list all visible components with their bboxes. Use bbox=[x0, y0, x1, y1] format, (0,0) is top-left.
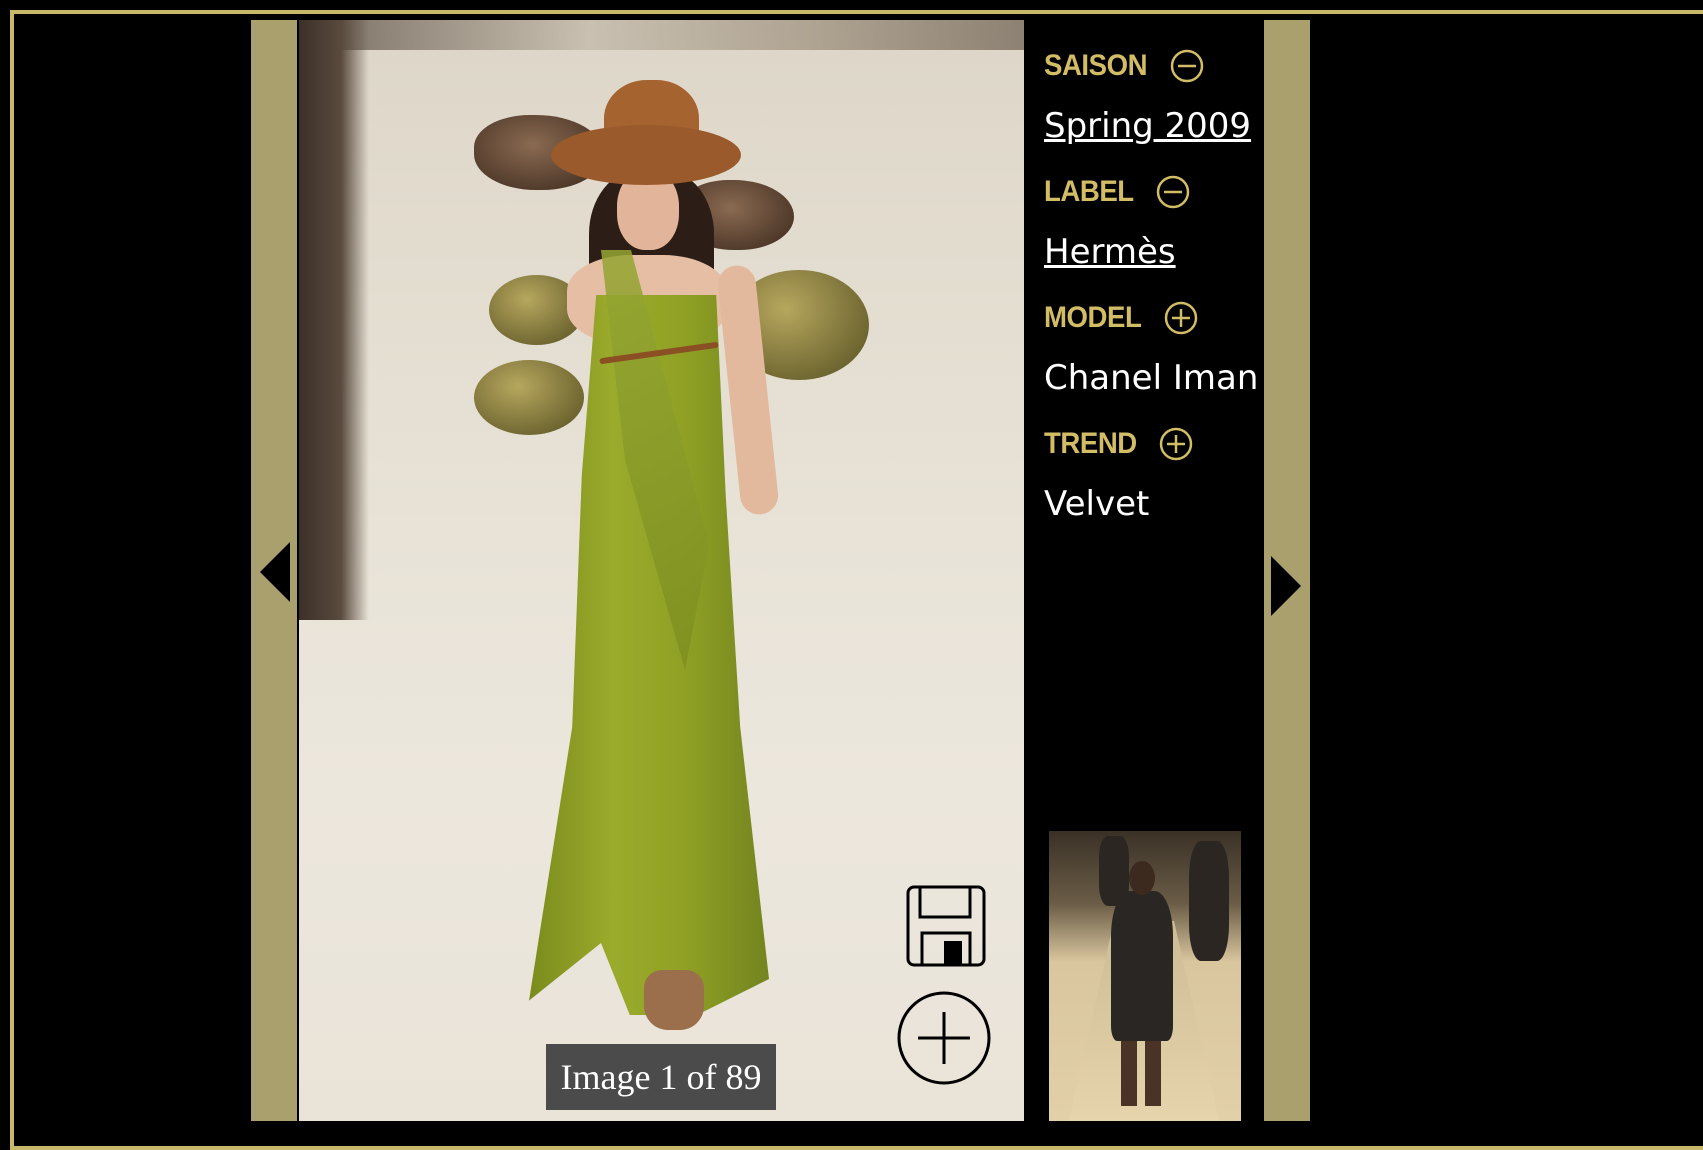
model-section-header: MODEL bbox=[1044, 292, 1266, 344]
trend-heading: TREND bbox=[1044, 427, 1137, 460]
season-heading: SAISON bbox=[1044, 49, 1148, 82]
background-strip bbox=[299, 20, 1024, 50]
model-value: Chanel Iman bbox=[1044, 358, 1259, 398]
metadata-panel: SAISON Spring 2009 LABEL Hermès MODEL Ch… bbox=[1044, 40, 1266, 544]
thumb-model-legs bbox=[1121, 1036, 1161, 1106]
trend-section-header: TREND bbox=[1044, 418, 1266, 470]
model-heading: MODEL bbox=[1044, 301, 1142, 334]
next-image-button[interactable] bbox=[1264, 20, 1310, 1121]
thumb-background-figure bbox=[1189, 841, 1229, 961]
label-section-header: LABEL bbox=[1044, 166, 1266, 218]
thumb-model-head bbox=[1129, 861, 1155, 895]
arrow-left-icon bbox=[260, 542, 290, 602]
collapse-minus-icon[interactable] bbox=[1156, 175, 1190, 209]
label-value-link[interactable]: Hermès bbox=[1044, 228, 1266, 284]
label-heading: LABEL bbox=[1044, 175, 1134, 208]
season-value-link[interactable]: Spring 2009 bbox=[1044, 102, 1266, 158]
collapse-minus-icon[interactable] bbox=[1170, 49, 1204, 83]
trend-value: Velvet bbox=[1044, 484, 1150, 524]
thumb-model-dress bbox=[1111, 891, 1173, 1041]
expand-plus-icon[interactable] bbox=[1159, 427, 1193, 461]
model-feet bbox=[644, 970, 704, 1030]
save-icon[interactable] bbox=[906, 885, 986, 967]
add-to-collection-icon[interactable] bbox=[896, 990, 992, 1086]
prop-cactus bbox=[474, 360, 584, 435]
previous-image-button[interactable] bbox=[251, 20, 297, 1121]
expand-plus-icon[interactable] bbox=[1164, 301, 1198, 335]
image-counter: Image 1 of 89 bbox=[546, 1044, 776, 1110]
audience-silhouettes bbox=[299, 20, 369, 620]
model-hat-brim bbox=[551, 125, 741, 185]
next-image-thumbnail[interactable] bbox=[1049, 831, 1241, 1121]
arrow-right-icon bbox=[1271, 556, 1301, 616]
season-section-header: SAISON bbox=[1044, 40, 1266, 92]
